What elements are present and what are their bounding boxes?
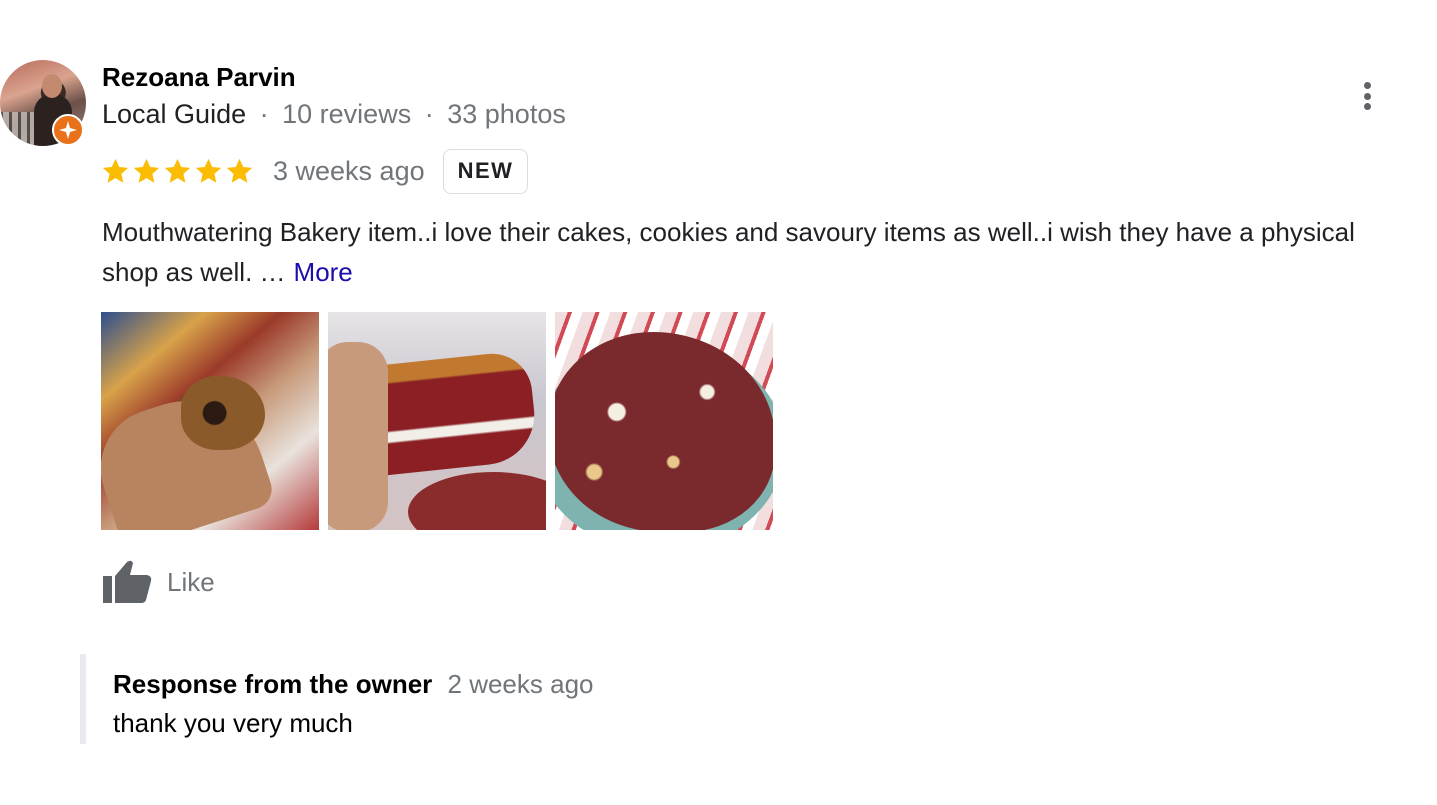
new-badge: NEW — [442, 148, 529, 194]
review-time: 3 weeks ago — [273, 155, 425, 186]
star-icon — [164, 158, 191, 183]
star-icon — [133, 158, 160, 183]
owner-response-title: Response from the owner — [113, 669, 433, 699]
star-icon — [195, 158, 222, 183]
cookie-photo-3[interactable] — [555, 312, 773, 530]
cookie-photo-1[interactable] — [101, 312, 319, 530]
meta-separator: · — [424, 99, 434, 129]
reviewer-meta: Local Guide · 10 reviews · 33 photos — [102, 99, 566, 130]
like-label: Like — [167, 566, 215, 597]
photo-plate — [408, 472, 546, 530]
rating-row: 3 weeks ago NEW — [101, 148, 529, 194]
thumb-up-icon — [103, 560, 152, 603]
photo-cookie — [181, 376, 265, 450]
review-count: 10 reviews — [282, 99, 412, 129]
owner-response-time: 2 weeks ago — [447, 669, 594, 699]
review-photos — [101, 312, 773, 530]
review-text: Mouthwatering Bakery item..i love their … — [102, 217, 1355, 287]
more-vert-icon[interactable] — [1352, 78, 1382, 114]
review-text-block: Mouthwatering Bakery item..i love their … — [102, 212, 1392, 292]
menu-dot — [1363, 103, 1371, 110]
meta-separator: · — [259, 99, 269, 129]
star-rating — [101, 157, 254, 186]
like-button[interactable]: Like — [101, 558, 215, 606]
photo-cookie — [555, 332, 773, 530]
review-card: Rezoana Parvin Local Guide · 10 reviews … — [0, 0, 1437, 805]
avatar-face — [42, 74, 62, 98]
owner-response-message: thank you very much — [113, 708, 353, 738]
star-icon — [102, 158, 129, 183]
photo-count: 33 photos — [447, 99, 566, 129]
owner-response: Response from the owner 2 weeks ago than… — [80, 654, 780, 744]
photo-hand — [328, 342, 388, 530]
local-guide-label: Local Guide — [102, 99, 247, 129]
menu-dot — [1363, 82, 1371, 89]
local-guide-badge-icon — [52, 114, 84, 146]
menu-dot — [1363, 92, 1371, 100]
owner-response-header: Response from the owner 2 weeks ago — [113, 669, 780, 700]
sparkle-icon — [59, 121, 77, 139]
cookie-photo-2[interactable] — [328, 312, 546, 530]
reviewer-name[interactable]: Rezoana Parvin — [102, 62, 296, 93]
star-icon — [226, 158, 253, 183]
more-link[interactable]: More — [294, 257, 353, 287]
